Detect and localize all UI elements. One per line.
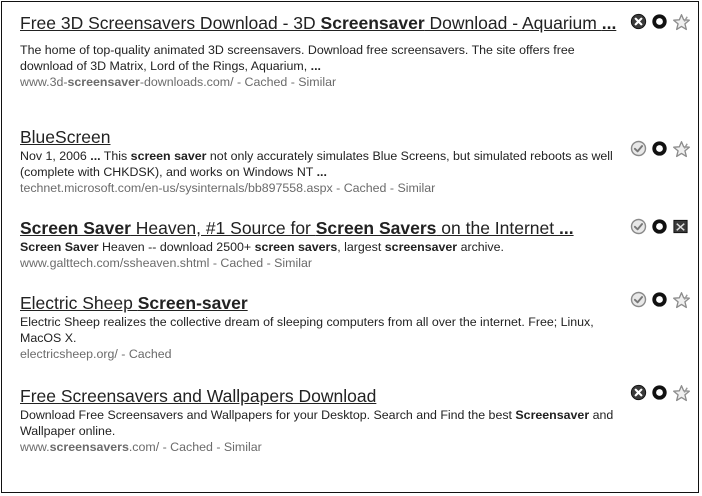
star-icon[interactable] — [672, 384, 690, 402]
similar-link[interactable]: Similar — [274, 256, 312, 270]
result-url-line: www.3d-screensaver-downloads.com/ - Cach… — [20, 75, 337, 89]
result-url: electricsheep.org/ — [20, 347, 118, 361]
result-url-line: www.screensavers.com/ - Cached - Similar — [20, 440, 262, 454]
remove-icon[interactable] — [630, 13, 647, 30]
promote-icon[interactable] — [651, 291, 668, 308]
star-icon[interactable] — [672, 13, 690, 31]
promote-icon[interactable] — [651, 140, 668, 157]
remove-icon[interactable] — [630, 384, 647, 401]
result-action-icons — [630, 218, 689, 235]
search-result: Free Screensavers and Wallpapers Downloa… — [20, 385, 620, 455]
result-url-line: www.galttech.com/ssheaven.shtml - Cached… — [20, 256, 313, 270]
promote-icon[interactable] — [651, 384, 668, 401]
result-url: www.galttech.com/ssheaven.shtml — [20, 256, 210, 270]
similar-link[interactable]: Similar — [397, 181, 435, 195]
star-icon[interactable] — [672, 291, 690, 309]
cached-link[interactable]: Cached — [220, 256, 263, 270]
search-result: Free 3D Screensavers Download - 3D Scree… — [20, 12, 620, 90]
result-title-link[interactable]: BlueScreen — [20, 126, 620, 148]
star-icon[interactable] — [672, 140, 690, 158]
result-snippet: Screen Saver Heaven -- download 2500+ sc… — [20, 240, 504, 254]
promoted-check-icon[interactable] — [630, 291, 647, 308]
result-snippet: Nov 1, 2006 ... This screen saver not on… — [20, 149, 613, 179]
result-snippet: The home of top-quality animated 3D scre… — [20, 43, 575, 73]
cached-link[interactable]: Cached — [129, 347, 172, 361]
promote-icon[interactable] — [651, 218, 668, 235]
comment-box-icon[interactable] — [672, 218, 689, 235]
result-action-icons — [630, 291, 690, 309]
search-result: BlueScreen Nov 1, 2006 ... This screen s… — [20, 126, 620, 196]
result-title-link[interactable]: Free 3D Screensavers Download - 3D Scree… — [20, 12, 620, 34]
result-action-icons — [630, 384, 690, 402]
cached-link[interactable]: Cached — [344, 181, 387, 195]
promote-icon[interactable] — [651, 13, 668, 30]
result-action-icons — [630, 140, 690, 158]
result-url-line: technet.microsoft.com/en-us/sysinternals… — [20, 181, 436, 195]
result-snippet: Electric Sheep realizes the collective d… — [20, 315, 594, 345]
cached-link[interactable]: Cached — [170, 440, 213, 454]
promoted-check-icon[interactable] — [630, 140, 647, 157]
result-url: www.screensavers.com/ — [20, 440, 160, 454]
result-title-link[interactable]: Screen Saver Heaven, #1 Source for Scree… — [20, 217, 620, 239]
promoted-check-icon[interactable] — [630, 218, 647, 235]
result-snippet: Download Free Screensavers and Wallpaper… — [20, 408, 614, 438]
result-title-link[interactable]: Free Screensavers and Wallpapers Downloa… — [20, 385, 620, 407]
result-url: www.3d-screensaver-downloads.com/ — [20, 75, 234, 89]
search-result: Screen Saver Heaven, #1 Source for Scree… — [20, 217, 620, 271]
search-results-panel: Free 3D Screensavers Download - 3D Scree… — [1, 1, 699, 493]
similar-link[interactable]: Similar — [224, 440, 262, 454]
cached-link[interactable]: Cached — [245, 75, 288, 89]
similar-link[interactable]: Similar — [298, 75, 336, 89]
result-title-link[interactable]: Electric Sheep Screen-saver — [20, 292, 620, 314]
search-result: Electric Sheep Screen-saver Electric She… — [20, 292, 620, 362]
result-url: technet.microsoft.com/en-us/sysinternals… — [20, 181, 333, 195]
result-action-icons — [630, 13, 690, 31]
result-url-line: electricsheep.org/ - Cached — [20, 347, 172, 361]
